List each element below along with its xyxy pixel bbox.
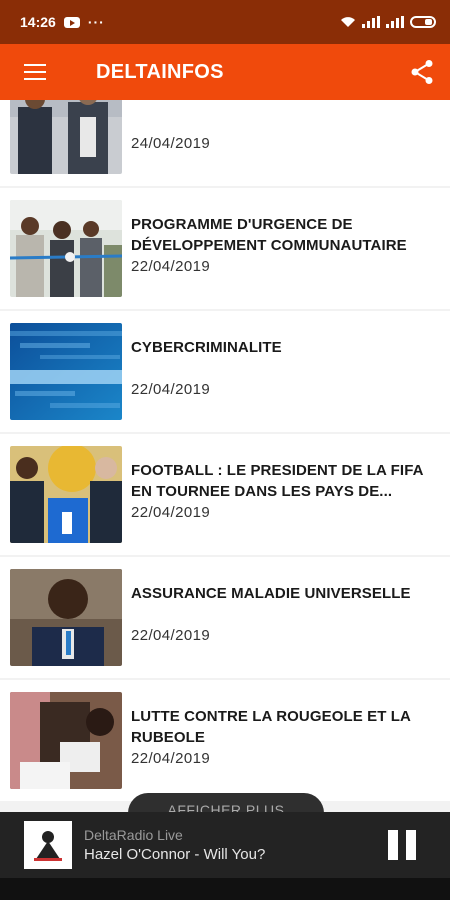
radio-station: DeltaRadio Live [84,827,183,843]
signal-icon [362,16,380,28]
pause-button[interactable] [388,830,416,860]
more-notifications-icon: ··· [87,14,105,30]
radio-track: Hazel O'Connor - Will You? [84,846,266,863]
article-thumbnail [10,569,122,666]
article-thumbnail [10,692,122,789]
article-list[interactable]: 24/04/2019 PROGRAMME D'URGENCE DE DÉVELO… [0,100,450,812]
share-button[interactable] [394,44,450,100]
battery-icon [410,16,436,28]
article-item[interactable]: ASSURANCE MALADIE UNIVERSELLE 22/04/2019 [0,557,450,678]
radio-logo [24,821,72,869]
radio-player[interactable]: DeltaRadio Live Hazel O'Connor - Will Yo… [0,812,450,878]
menu-icon [24,64,46,66]
youtube-notification-icon [63,16,80,28]
article-title: FOOTBALL : LE PRESIDENT DE LA FIFA EN TO… [131,462,424,500]
article-item[interactable]: 24/04/2019 [0,100,450,186]
article-item[interactable]: FOOTBALL : LE PRESIDENT DE LA FIFA EN TO… [0,434,450,555]
article-date: 24/04/2019 [131,135,211,152]
wifi-icon [341,17,355,27]
article-title: CYBERCRIMINALITE [131,339,282,356]
article-title: LUTTE CONTRE LA ROUGEOLE ET LA RUBEOLE [131,708,411,746]
menu-button[interactable] [0,44,72,100]
article-title: ASSURANCE MALADIE UNIVERSELLE [131,585,411,602]
signal-2-icon [386,16,404,28]
article-thumbnail [10,323,122,420]
article-date: 22/04/2019 [131,627,211,644]
article-thumbnail [10,100,122,174]
system-navigation-bar [0,878,450,900]
article-date: 22/04/2019 [131,258,211,275]
status-bar: 14:26 ··· [0,0,450,44]
article-title: PROGRAMME D'URGENCE DE DÉVELOPPEMENT COM… [131,216,407,254]
share-icon [411,60,433,84]
article-date: 22/04/2019 [131,750,211,767]
app-bar: DELTAINFOS [0,44,450,100]
status-time: 14:26 [20,14,56,30]
pause-icon [388,830,398,860]
app-title: DELTAINFOS [96,60,224,83]
article-item[interactable]: CYBERCRIMINALITE 22/04/2019 [0,311,450,432]
article-date: 22/04/2019 [131,381,211,398]
article-thumbnail [10,200,122,297]
article-item[interactable]: PROGRAMME D'URGENCE DE DÉVELOPPEMENT COM… [0,188,450,309]
article-date: 22/04/2019 [131,504,211,521]
article-item[interactable]: LUTTE CONTRE LA ROUGEOLE ET LA RUBEOLE 2… [0,680,450,801]
article-thumbnail [10,446,122,543]
article-title [131,100,432,133]
